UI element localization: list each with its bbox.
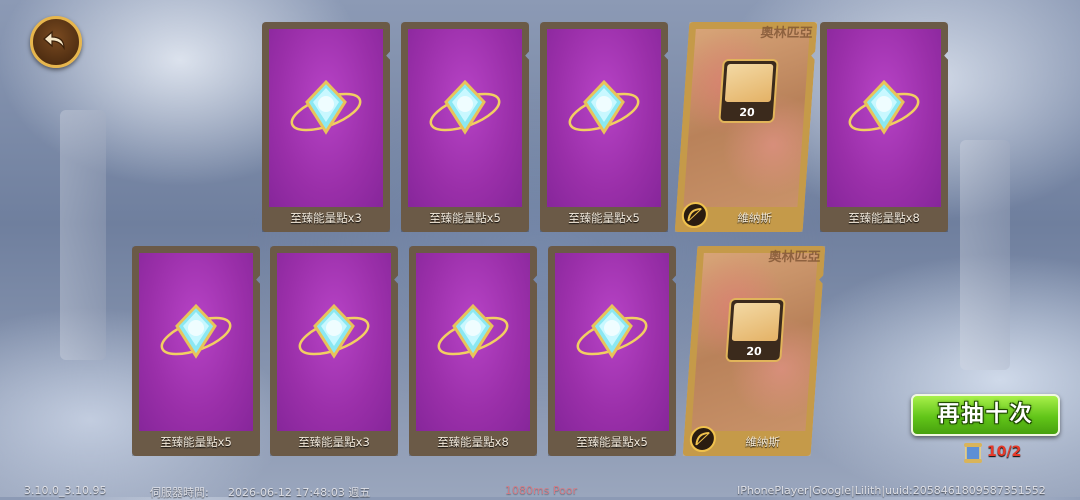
energy-crystal-icon <box>298 304 370 359</box>
energy-crystal-icon <box>437 304 509 359</box>
version-text: 3.10.0_3.10.95 <box>24 484 107 497</box>
reward-card-hero-2[interactable]: 奧林匹亞 20 維納斯 <box>683 246 826 456</box>
background-pillar-right <box>960 140 1010 370</box>
reward-card-7[interactable]: 至臻能量點x3 <box>270 246 398 456</box>
hero-shard-count: 20 <box>745 345 763 358</box>
summon-ten-again-button[interactable]: 再抽十次 <box>911 394 1060 436</box>
card-label: 至臻能量點x5 <box>568 211 640 225</box>
card-label: 至臻能量點x5 <box>429 211 501 225</box>
device-info: IPhonePlayer|Google|Lilith|uuid:20584618… <box>737 484 1046 497</box>
back-button[interactable] <box>30 16 82 68</box>
faction-label: 奧林匹亞 <box>767 250 822 265</box>
server-time: 2026-06-12 17:48:03 週五 <box>228 486 371 499</box>
summon-scroll-icon <box>964 443 982 463</box>
scroll-count: 10/2 <box>987 444 1022 460</box>
card-label: 至臻能量點x5 <box>160 435 232 449</box>
back-arrow-icon <box>43 30 65 51</box>
card-label: 至臻能量點x5 <box>576 435 648 449</box>
hero-portrait <box>731 303 781 341</box>
card-label: 維納斯 <box>736 211 773 225</box>
energy-crystal-icon <box>848 80 920 135</box>
card-label: 維納斯 <box>744 435 781 449</box>
reward-card-3[interactable]: 至臻能量點x5 <box>540 22 668 232</box>
ping-status: 1080ms Poor <box>505 484 578 497</box>
faction-label: 奧林匹亞 <box>759 26 814 41</box>
energy-crystal-icon <box>576 304 648 359</box>
card-label: 至臻能量點x8 <box>437 435 509 449</box>
energy-crystal-icon <box>568 80 640 135</box>
reward-card-2[interactable]: 至臻能量點x5 <box>401 22 529 232</box>
card-label: 至臻能量點x3 <box>290 211 362 225</box>
server-time-label: 伺服器時間: <box>150 486 209 499</box>
background-pillar-left <box>60 110 106 360</box>
hero-portrait-icon: 20 <box>718 59 779 124</box>
hero-portrait <box>724 64 774 103</box>
card-label: 至臻能量點x8 <box>848 211 920 225</box>
reward-card-hero-1[interactable]: 奧林匹亞 20 維納斯 <box>675 22 818 232</box>
reward-card-1[interactable]: 至臻能量點x3 <box>262 22 390 232</box>
reward-card-9[interactable]: 至臻能量點x5 <box>548 246 676 456</box>
hero-portrait-icon: 20 <box>725 298 786 362</box>
energy-crystal-icon <box>429 80 501 135</box>
energy-crystal-icon <box>160 304 232 359</box>
reward-card-5[interactable]: 至臻能量點x8 <box>820 22 948 232</box>
hero-shard-count: 20 <box>738 106 756 120</box>
card-label: 至臻能量點x3 <box>298 435 370 449</box>
reward-card-6[interactable]: 至臻能量點x5 <box>132 246 260 456</box>
energy-crystal-icon <box>290 80 362 135</box>
reward-card-8[interactable]: 至臻能量點x8 <box>409 246 537 456</box>
